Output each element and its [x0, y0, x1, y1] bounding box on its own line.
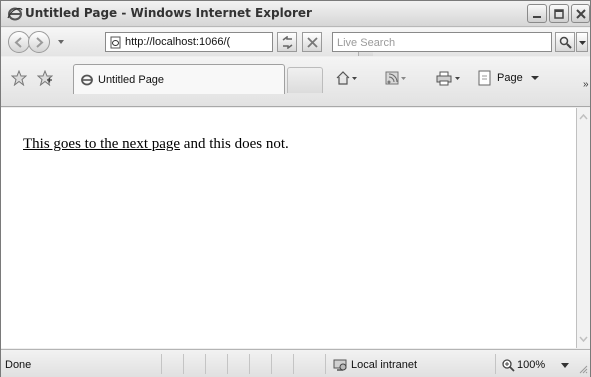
- star-icon[interactable]: [11, 70, 27, 86]
- feeds-icon[interactable]: [385, 70, 407, 86]
- status-divider: [205, 354, 206, 374]
- navigation-bar: http://localhost:1066/(: [1, 28, 590, 56]
- search-box[interactable]: [332, 32, 552, 52]
- next-page-link[interactable]: This goes to the next page: [23, 136, 180, 152]
- new-tab-button[interactable]: [287, 67, 323, 93]
- status-bar: Done Local intranet 100%: [1, 349, 590, 377]
- stop-icon: [307, 37, 318, 48]
- status-text: Done: [5, 359, 32, 371]
- chevron-down-icon: [530, 76, 539, 80]
- security-zone-label[interactable]: Local intranet: [351, 359, 417, 371]
- scroll-up-arrow-icon[interactable]: [577, 111, 590, 124]
- page-menu-label: Page: [497, 72, 523, 84]
- maximize-button[interactable]: [549, 4, 569, 23]
- page-menu-icon: [478, 70, 491, 86]
- search-icon: [559, 36, 572, 49]
- close-icon: [576, 9, 586, 19]
- back-arrow-icon: [14, 37, 22, 48]
- page-icon: [110, 36, 121, 49]
- search-input[interactable]: [337, 35, 547, 50]
- forward-button[interactable]: [28, 31, 50, 53]
- command-bar: Untitled Page Page »: [1, 57, 590, 107]
- recent-pages-chevron-icon[interactable]: [57, 38, 65, 46]
- minimize-button[interactable]: [527, 4, 547, 23]
- content-paragraph: This goes to the next page and this does…: [23, 136, 289, 153]
- tab-untitled-page[interactable]: Untitled Page: [73, 64, 285, 94]
- chevron-down-icon: [579, 41, 586, 45]
- maximize-icon: [554, 9, 564, 19]
- status-divider: [293, 354, 294, 374]
- forward-arrow-icon: [36, 37, 44, 48]
- status-divider: [249, 354, 250, 374]
- add-favorite-icon[interactable]: [37, 70, 53, 86]
- print-icon[interactable]: [435, 70, 461, 86]
- resize-grip-icon[interactable]: [578, 364, 588, 374]
- more-commands-chevron[interactable]: »: [583, 79, 589, 90]
- content-trailing-text: and this does not.: [180, 136, 289, 152]
- back-button[interactable]: [8, 31, 30, 53]
- close-button[interactable]: [571, 4, 590, 23]
- status-divider: [183, 354, 184, 374]
- tab-label: Untitled Page: [98, 74, 165, 86]
- home-icon[interactable]: [335, 70, 357, 86]
- minimize-icon: [533, 16, 541, 18]
- zoom-icon[interactable]: [501, 358, 515, 372]
- chevron-down-icon[interactable]: [561, 363, 569, 369]
- ie-logo-icon: [81, 74, 93, 86]
- page-content: This goes to the next page and this does…: [1, 108, 577, 348]
- title-bar: Untitled Page - Windows Internet Explore…: [1, 1, 590, 27]
- address-bar[interactable]: http://localhost:1066/(: [105, 32, 373, 56]
- refresh-button[interactable]: [277, 32, 297, 52]
- ie-logo-icon: [7, 6, 23, 22]
- status-divider: [271, 354, 272, 374]
- search-options-button[interactable]: [576, 32, 588, 52]
- page-menu-button[interactable]: Page: [477, 69, 541, 87]
- window-title: Untitled Page - Windows Internet Explore…: [25, 6, 312, 20]
- refresh-icon: [282, 36, 293, 49]
- browser-window: Untitled Page - Windows Internet Explore…: [0, 0, 591, 377]
- intranet-icon: [333, 359, 347, 371]
- scroll-down-arrow-icon[interactable]: [577, 332, 590, 345]
- vertical-scrollbar[interactable]: [577, 108, 590, 348]
- address-url[interactable]: http://localhost:1066/(: [125, 36, 255, 48]
- status-divider: [495, 354, 496, 374]
- search-button[interactable]: [555, 32, 575, 52]
- status-divider: [325, 354, 326, 374]
- status-divider: [161, 354, 162, 374]
- status-divider: [227, 354, 228, 374]
- stop-button[interactable]: [302, 32, 322, 52]
- zoom-level[interactable]: 100%: [517, 359, 545, 371]
